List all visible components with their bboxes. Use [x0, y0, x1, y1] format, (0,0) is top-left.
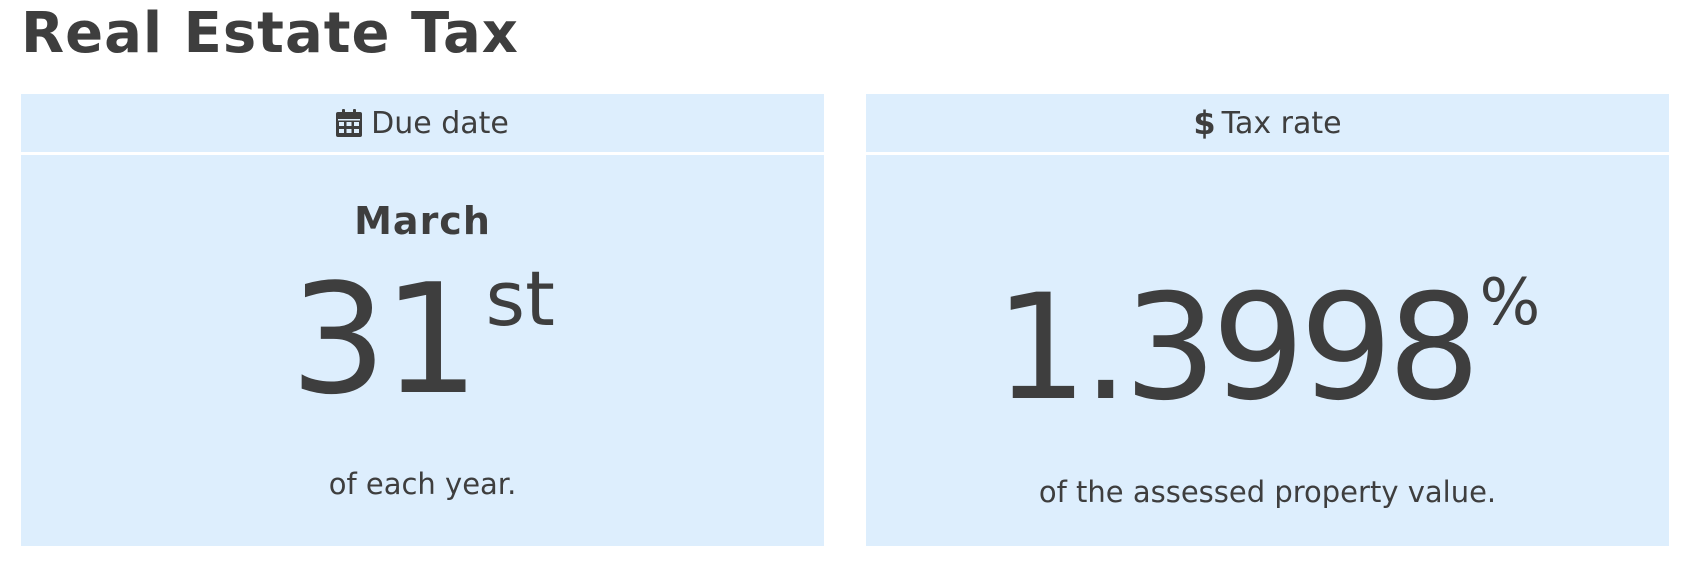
due-month: March [354, 199, 491, 243]
tax-rate-card-body: 1.3998% of the assessed property value. [866, 155, 1669, 546]
calendar-icon [336, 109, 363, 137]
due-date-card-body: March 31st of each year. [21, 155, 824, 546]
dollar-icon: $ [1193, 104, 1216, 142]
tax-rate-percent-sign: % [1479, 266, 1541, 340]
due-day-row: 31st [21, 261, 824, 416]
tax-rate-card-header: $ Tax rate [866, 94, 1669, 155]
due-date-card: Due date March 31st of each year. [21, 94, 824, 546]
tax-rate-row: 1.3998% [866, 266, 1669, 423]
due-date-header-label: Due date [371, 105, 509, 141]
tax-rate-card: $ Tax rate 1.3998% of the assessed prope… [866, 94, 1669, 546]
page-title: Real Estate Tax [21, 1, 519, 66]
due-date-card-header: Due date [21, 94, 824, 155]
tax-rate-header-label: Tax rate [1221, 105, 1342, 141]
due-date-footnote: of each year. [328, 467, 517, 501]
tax-rate-value: 1.3998 [994, 263, 1481, 433]
due-day: 31 [290, 251, 479, 428]
due-day-suffix: st [485, 254, 555, 343]
tax-rate-footnote: of the assessed property value. [1038, 475, 1497, 509]
